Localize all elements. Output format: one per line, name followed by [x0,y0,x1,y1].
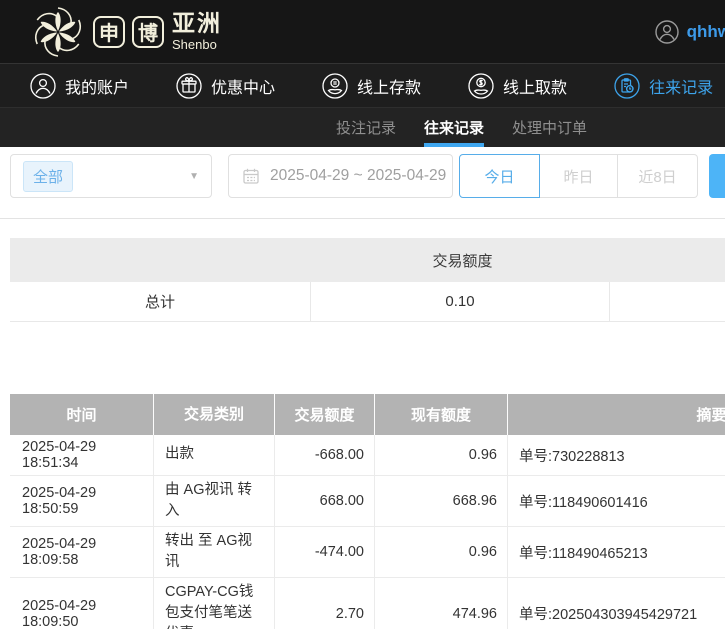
today-button[interactable]: 今日 [459,154,540,198]
summary-total-row: 总计 0.10 [10,282,725,322]
chevron-down-icon: ▼ [189,171,199,182]
records-table: 时间 交易类别 交易额度 现有额度 摘要 2025-04-29 18:51:34… [10,394,725,629]
summary-header: 交易额度 [10,238,725,282]
nav-item-promotions[interactable]: 优惠中心 [176,73,275,99]
col-header-summary: 摘要 [508,394,725,435]
account-user-icon [30,73,56,99]
logo-char-bo: 博 [132,16,164,48]
logo-region-cn: 亚洲 [172,12,222,35]
nav-item-my-account[interactable]: 我的账户 [30,73,129,99]
date-range-picker[interactable]: 2025-04-29 ~ 2025-04-29 [228,154,453,198]
cell-type: 转出 至 AG视讯 [154,527,275,577]
tab-betting-records[interactable]: 投注记录 [336,108,396,147]
logo-char-shen: 申 [93,16,125,48]
quick-date-buttons: 今日 昨日 近8日 [459,154,698,198]
flower-logo-icon [30,4,86,60]
cell-time: 2025-04-29 18:51:34 [10,435,154,475]
cell-balance: 474.96 [375,578,508,629]
section-divider [0,218,725,219]
cell-time: 2025-04-29 18:50:59 [10,476,154,526]
cell-time: 2025-04-29 18:09:58 [10,527,154,577]
summary-total-value: 0.10 [311,282,610,321]
cell-summary: 单号:202504303945429721 [508,578,725,629]
tab-transaction-records[interactable]: 往来记录 [424,108,484,147]
col-header-time: 时间 [10,394,154,435]
nav-label: 优惠中心 [211,74,275,98]
transaction-type-select[interactable]: 全部 ▼ [10,154,212,198]
cell-amount: -474.00 [275,527,375,577]
gift-icon [176,73,202,99]
summary-total-label: 总计 [10,282,311,321]
cell-summary: 单号:118490465213 [508,527,725,577]
table-row: 2025-04-29 18:09:50 CGPAY-CG钱包支付笔笔送优惠 2.… [10,578,725,629]
records-subnav: 投注记录 往来记录 处理中订单 [0,107,725,147]
cell-type: 由 AG视讯 转入 [154,476,275,526]
cell-amount: 668.00 [275,476,375,526]
search-button[interactable] [709,154,725,198]
col-header-amount: 交易额度 [275,394,375,435]
nav-label: 线上存款 [357,74,421,98]
cell-summary: 单号:730228813 [508,435,725,475]
deposit-coin-hand-icon [322,73,348,99]
table-row: 2025-04-29 18:51:34 出款 -668.00 0.96 单号:7… [10,435,725,476]
logo-region-en: Shenbo [172,38,222,51]
records-clipboard-clock-icon [614,73,640,99]
tab-processing-orders[interactable]: 处理中订单 [512,108,587,147]
cell-summary: 单号:118490601416 [508,476,725,526]
nav-item-online-deposit[interactable]: 线上存款 [322,73,421,99]
col-header-balance: 现有额度 [375,394,508,435]
username: qhhw [687,22,725,42]
top-brand-bar: 申 博 亚洲 Shenbo qhhw [0,0,725,63]
date-range-value: 2025-04-29 ~ 2025-04-29 [270,167,446,185]
summary-table: 交易额度 总计 0.10 [10,238,725,322]
selected-type-chip[interactable]: 全部 [23,161,73,192]
page: 申 博 亚洲 Shenbo qhhw 我的账户 [0,0,725,629]
filter-bar: 全部 ▼ 2025-04-29 ~ 2025-04-29 今日 昨日 近8日 [0,147,725,218]
cell-type: 出款 [154,435,275,475]
col-header-type: 交易类别 [154,394,275,435]
cell-amount: -668.00 [275,435,375,475]
cell-time: 2025-04-29 18:09:50 [10,578,154,629]
nav-label: 线上取款 [503,74,567,98]
cell-balance: 668.96 [375,476,508,526]
calendar-icon [242,167,260,185]
cell-amount: 2.70 [275,578,375,629]
yesterday-button[interactable]: 昨日 [540,154,618,198]
records-header-row: 时间 交易类别 交易额度 现有额度 摘要 [10,394,725,435]
brand-logo[interactable]: 申 博 亚洲 Shenbo [0,4,222,60]
cell-balance: 0.96 [375,435,508,475]
summary-empty-cell [610,282,725,321]
table-row: 2025-04-29 18:09:58 转出 至 AG视讯 -474.00 0.… [10,527,725,578]
logo-region: 亚洲 Shenbo [172,12,222,51]
withdraw-dollar-hand-icon [468,73,494,99]
cell-balance: 0.96 [375,527,508,577]
user-account[interactable]: qhhw [655,20,725,44]
cell-type: CGPAY-CG钱包支付笔笔送优惠 [154,578,275,629]
nav-label: 往来记录 [649,74,713,98]
nav-item-online-withdrawal[interactable]: 线上取款 [468,73,567,99]
nav-item-transaction-records[interactable]: 往来记录 [614,73,713,99]
nav-label: 我的账户 [65,74,129,98]
avatar-icon [655,20,679,44]
table-row: 2025-04-29 18:50:59 由 AG视讯 转入 668.00 668… [10,476,725,527]
last-8-days-button[interactable]: 近8日 [618,154,698,198]
main-navigation: 我的账户 优惠中心 线上存款 [0,63,725,107]
